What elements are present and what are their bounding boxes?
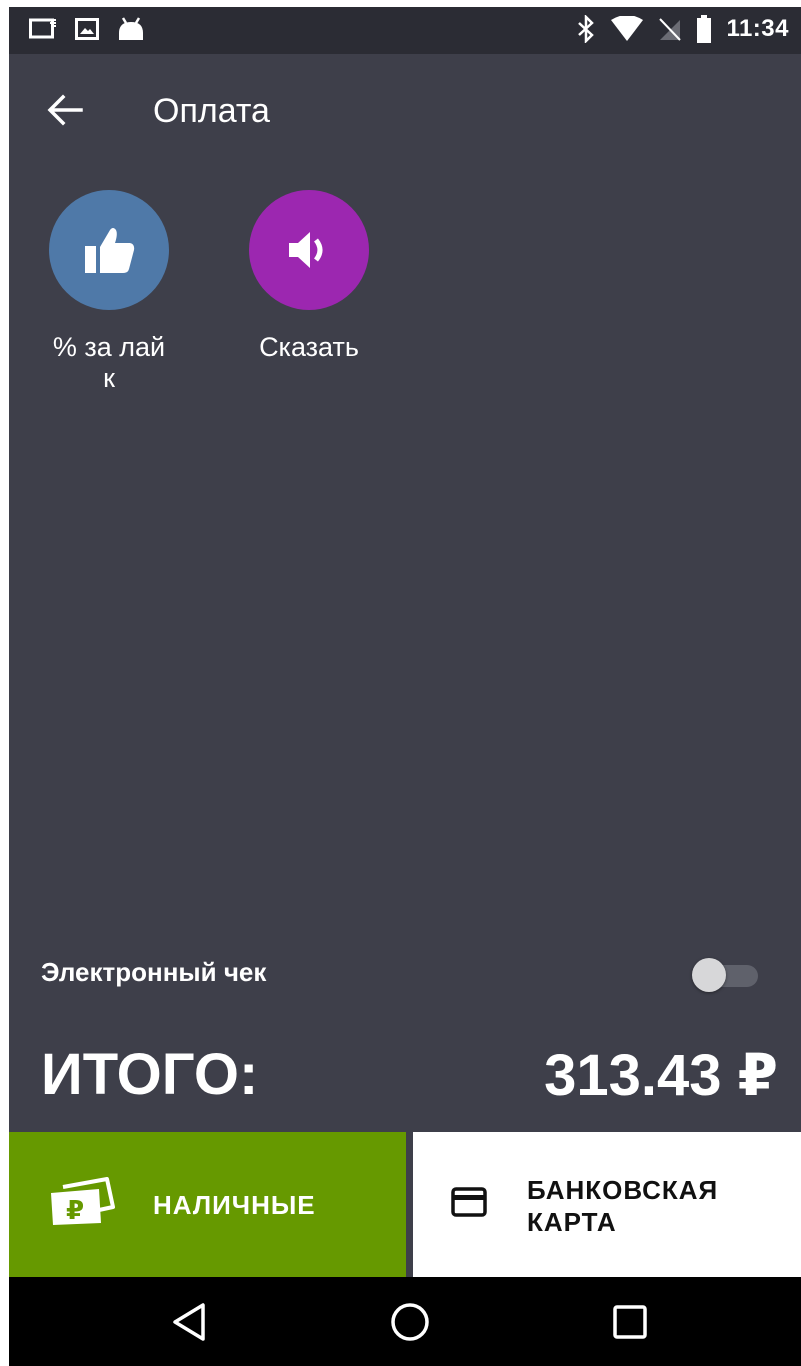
total-label: ИТОГО: bbox=[41, 1042, 259, 1107]
status-time: 11:34 bbox=[726, 15, 789, 42]
navigation-bar bbox=[9, 1277, 801, 1366]
battery-icon bbox=[697, 15, 712, 43]
no-sim-icon bbox=[659, 18, 682, 41]
app-bar: Оплата bbox=[9, 54, 801, 164]
bluetooth-icon bbox=[578, 15, 595, 43]
electronic-receipt-toggle[interactable] bbox=[692, 958, 760, 992]
status-right-icons: 11:34 bbox=[576, 15, 789, 43]
card-payment-button[interactable]: БАНКОВСКАЯ КАРТА bbox=[413, 1132, 801, 1277]
cash-payment-button[interactable]: ₽ НАЛИЧНЫЕ bbox=[9, 1132, 406, 1277]
thumbs-up-icon bbox=[85, 228, 135, 273]
cash-icon: ₽ bbox=[51, 1177, 115, 1226]
android-icon bbox=[119, 17, 143, 40]
cash-label: НАЛИЧНЫЕ bbox=[153, 1190, 316, 1220]
wifi-icon bbox=[611, 16, 644, 41]
speaker-icon bbox=[289, 232, 323, 268]
toggle-thumb bbox=[692, 958, 726, 992]
like-circle-button[interactable] bbox=[49, 190, 169, 310]
card-label: БАНКОВСКАЯ КАРТА bbox=[527, 1175, 719, 1237]
speak-action-label: Сказать bbox=[259, 332, 359, 362]
speak-action[interactable]: Сказать bbox=[234, 190, 384, 363]
back-triangle-icon[interactable] bbox=[167, 1299, 213, 1345]
svg-text:₽: ₽ bbox=[66, 1196, 84, 1226]
speak-circle-button[interactable] bbox=[249, 190, 369, 310]
like-action-label: % за лайк bbox=[52, 332, 166, 393]
image-icon bbox=[75, 18, 99, 40]
credit-card-icon bbox=[451, 1187, 487, 1217]
home-circle-icon[interactable] bbox=[387, 1299, 433, 1345]
status-bar: 11:34 bbox=[9, 7, 801, 54]
like-percent-action[interactable]: % за лайк bbox=[34, 190, 184, 394]
app-screen: 11:34 Оплата % за лайк Сказать Электронн… bbox=[9, 7, 801, 1366]
cast-icon bbox=[29, 18, 56, 39]
total-value: 313.43 ₽ bbox=[544, 1043, 778, 1108]
page-title: Оплата bbox=[153, 92, 270, 130]
status-left-icons bbox=[29, 17, 145, 41]
recents-square-icon[interactable] bbox=[607, 1299, 653, 1345]
electronic-receipt-label: Электронный чек bbox=[41, 957, 267, 987]
back-arrow-icon[interactable] bbox=[45, 90, 85, 130]
